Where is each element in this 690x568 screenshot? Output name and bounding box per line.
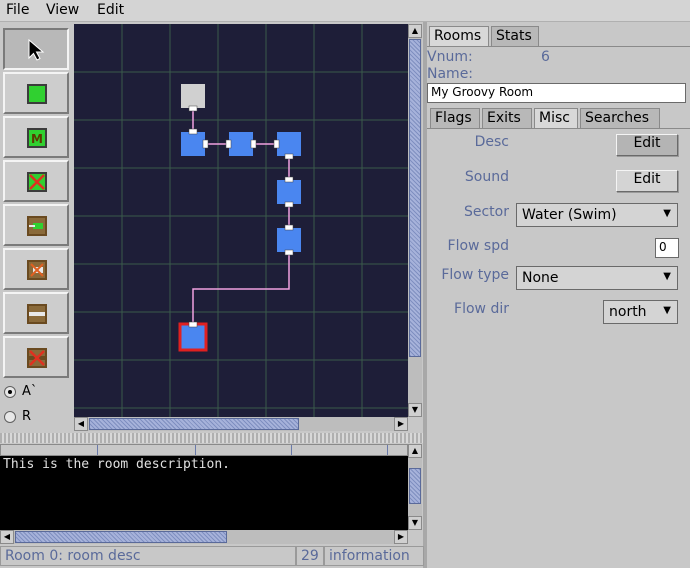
scroll-up-icon[interactable]: ▲	[408, 24, 422, 38]
flow-dir-select[interactable]: north ▼	[603, 300, 678, 324]
flow-type-value: None	[522, 270, 559, 286]
room-name-field[interactable]: My Groovy Room	[427, 83, 686, 103]
add-mob-room-tool-button[interactable]: M	[3, 116, 69, 158]
scroll-right-icon[interactable]: ▶	[394, 417, 408, 431]
scroll-down-icon[interactable]: ▼	[408, 403, 422, 417]
split-divider[interactable]	[0, 433, 424, 443]
unlink-rooms-icon	[27, 348, 47, 368]
vnum-label: Vnum:	[427, 49, 473, 65]
map-vertical-scrollbar[interactable]: ▲ ▼	[408, 24, 422, 417]
description-horizontal-scroll-thumb[interactable]	[15, 531, 227, 543]
sound-edit-button[interactable]: Edit	[616, 170, 678, 192]
status-count: 29	[296, 546, 324, 566]
map-room[interactable]	[181, 132, 205, 156]
flow-type-label: Flow type	[441, 267, 509, 283]
tab-exits[interactable]: Exits	[482, 108, 532, 128]
map-room[interactable]	[229, 132, 253, 156]
unlink-rooms-tool-button[interactable]	[3, 336, 69, 378]
status-room: Room 0: room desc	[0, 546, 296, 566]
arrow-pointer-icon	[28, 38, 45, 61]
link-rooms-icon	[27, 304, 47, 324]
tab-flags[interactable]: Flags	[430, 108, 480, 128]
scroll-right-icon[interactable]: ▶	[394, 530, 408, 544]
radio-r-option[interactable]: R	[4, 409, 31, 424]
map-room[interactable]	[277, 132, 301, 156]
flow-type-select[interactable]: None ▼	[516, 266, 678, 290]
menu-bar: File View Edit	[0, 0, 690, 22]
radio-a-label: A`	[22, 384, 38, 399]
tab-misc[interactable]: Misc	[534, 108, 578, 128]
chevron-down-icon: ▼	[663, 271, 671, 282]
map-horizontal-scrollbar[interactable]: ◀ ▶	[74, 417, 408, 431]
status-level: information	[324, 546, 424, 566]
link-rooms-tool-button[interactable]	[3, 292, 69, 334]
map-vertical-scroll-thumb[interactable]	[409, 39, 421, 357]
description-text-area[interactable]: This is the room description.	[0, 456, 408, 530]
mob-room-icon: M	[27, 128, 47, 148]
tab-searches[interactable]: Searches	[580, 108, 660, 128]
description-vertical-scrollbar[interactable]: ▲ ▼	[408, 444, 422, 530]
delete-room-icon	[27, 172, 47, 192]
radio-a-option[interactable]: A`	[4, 384, 37, 399]
tab-stats[interactable]: Stats	[491, 26, 539, 46]
menu-edit[interactable]: Edit	[97, 2, 124, 18]
description-vertical-scroll-thumb[interactable]	[409, 468, 421, 504]
room-icon	[27, 84, 47, 104]
menu-view[interactable]: View	[46, 2, 79, 18]
select-tool-button[interactable]	[3, 28, 69, 70]
name-label: Name:	[427, 66, 474, 82]
map-room[interactable]	[277, 180, 301, 204]
delete-room-tool-button[interactable]	[3, 160, 69, 202]
scroll-left-icon[interactable]: ◀	[0, 530, 14, 544]
map-room-unvisited[interactable]	[181, 84, 205, 108]
sector-select[interactable]: Water (Swim) ▼	[516, 203, 678, 227]
add-room-tool-button[interactable]	[3, 72, 69, 114]
tab-rooms[interactable]: Rooms	[429, 26, 489, 46]
flow-speed-label: Flow spd	[447, 238, 509, 254]
map-room[interactable]	[277, 228, 301, 252]
description-ruler	[0, 444, 408, 456]
sector-value: Water (Swim)	[522, 207, 617, 223]
flow-speed-field[interactable]: 0	[655, 238, 679, 258]
vnum-value: 6	[541, 49, 550, 65]
sound-label: Sound	[464, 169, 509, 185]
flow-dir-value: north	[609, 304, 647, 320]
scroll-left-icon[interactable]: ◀	[74, 417, 88, 431]
radio-a-button[interactable]	[4, 385, 16, 398]
desc-edit-button[interactable]: Edit	[616, 134, 678, 156]
map-canvas[interactable]	[74, 24, 408, 417]
description-horizontal-scrollbar[interactable]: ◀ ▶	[0, 530, 408, 544]
chevron-down-icon: ▼	[663, 208, 671, 219]
map-grid	[74, 24, 408, 417]
svg-text:M: M	[31, 132, 43, 146]
map-horizontal-scroll-thumb[interactable]	[89, 418, 299, 430]
chevron-down-icon: ▼	[663, 305, 671, 316]
flow-dir-label: Flow dir	[454, 301, 509, 317]
delete-exit-tool-button[interactable]	[3, 248, 69, 290]
scroll-up-icon[interactable]: ▲	[408, 444, 422, 458]
sector-label: Sector	[463, 204, 509, 220]
tool-palette: M A` R	[0, 24, 72, 434]
desc-label: Desc	[474, 134, 509, 150]
radio-r-label: R	[22, 409, 32, 424]
map-room-selected[interactable]	[178, 322, 208, 352]
scroll-down-icon[interactable]: ▼	[408, 516, 422, 530]
radio-r-button[interactable]	[4, 410, 16, 423]
menu-file[interactable]: File	[6, 2, 29, 18]
add-exit-tool-button[interactable]	[3, 204, 69, 246]
delete-exit-icon	[27, 260, 47, 280]
add-exit-icon	[27, 216, 47, 236]
room-properties-panel: Rooms Stats Vnum: 6 Name: My Groovy Room…	[427, 24, 690, 568]
